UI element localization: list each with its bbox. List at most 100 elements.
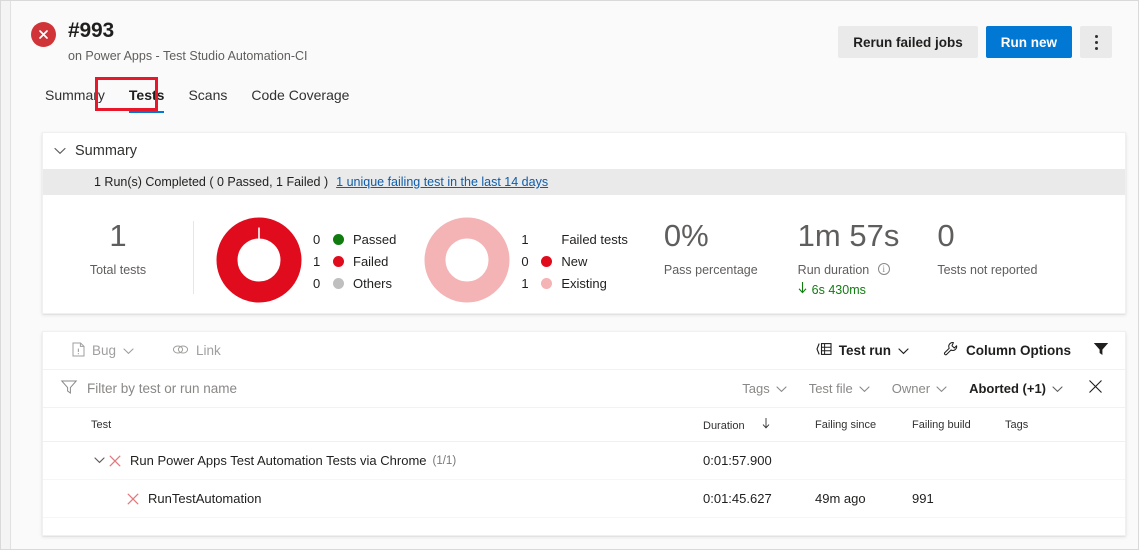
stat-pass-percentage: 0% Pass percentage bbox=[664, 217, 758, 278]
summary-section-header[interactable]: Summary bbox=[43, 133, 1125, 169]
group-by-icon bbox=[816, 342, 832, 359]
outcome-legend: 0 Passed 1 Failed 0 Others bbox=[313, 230, 396, 291]
chevron-down-icon bbox=[54, 142, 66, 160]
filter-funnel-icon bbox=[60, 380, 78, 397]
legend-new-dot-icon bbox=[541, 255, 553, 267]
table-row[interactable]: RunTestAutomation 0:01:45.627 49m ago 99… bbox=[43, 479, 1125, 518]
page-header: #993 on Power Apps - Test Studio Automat… bbox=[12, 1, 1138, 119]
total-tests-label: Total tests bbox=[89, 263, 147, 277]
column-header-test[interactable]: Test bbox=[43, 408, 703, 442]
total-tests-value: 1 bbox=[109, 218, 127, 253]
rerun-failed-jobs-button[interactable]: Rerun failed jobs bbox=[838, 26, 978, 58]
info-icon[interactable] bbox=[877, 261, 890, 277]
page-content: #993 on Power Apps - Test Studio Automat… bbox=[12, 1, 1138, 549]
filter-outcome-label: Aborted (+1) bbox=[969, 381, 1046, 396]
column-header-tags[interactable]: Tags bbox=[1005, 408, 1125, 442]
column-header-failing-build[interactable]: Failing build bbox=[912, 408, 1005, 442]
filter-dropdown-owner[interactable]: Owner bbox=[881, 381, 958, 396]
run-duration-value: 1m 57s bbox=[797, 218, 900, 253]
stat-total-tests: 1 Total tests bbox=[43, 217, 193, 278]
legend-new-count: 0 bbox=[521, 253, 529, 269]
bug-button-label: Bug bbox=[92, 343, 117, 358]
bug-document-icon bbox=[72, 342, 85, 360]
summary-section-label: Summary bbox=[75, 143, 138, 159]
table-header-row: Test Duration Failing since Failing buil… bbox=[43, 408, 1125, 442]
legend-item-failed: 1 Failed bbox=[313, 254, 396, 269]
row-failing-since: 49m ago bbox=[815, 479, 912, 518]
tab-code-coverage[interactable]: Code Coverage bbox=[239, 81, 361, 113]
page-title: #993 bbox=[68, 19, 114, 42]
tab-scans[interactable]: Scans bbox=[176, 81, 239, 113]
row-sub-count: (1/1) bbox=[432, 454, 457, 467]
left-rail bbox=[1, 1, 11, 549]
column-header-duration[interactable]: Duration bbox=[703, 408, 815, 442]
legend-item-passed: 0 Passed bbox=[313, 232, 396, 247]
chevron-down-icon bbox=[123, 343, 134, 358]
sort-descending-icon bbox=[762, 418, 770, 432]
filter-dropdown-outcome[interactable]: Aborted (+1) bbox=[958, 381, 1074, 396]
stats-divider bbox=[193, 221, 194, 294]
stat-tests-not-reported: 0 Tests not reported bbox=[937, 217, 1037, 278]
run-new-button[interactable]: Run new bbox=[985, 26, 1072, 58]
link-button[interactable]: Link bbox=[161, 336, 232, 366]
tab-list: Summary Tests Scans Code Coverage bbox=[33, 81, 361, 113]
legend-failed-count: 1 bbox=[313, 253, 321, 269]
run-duration-delta: 6s 430ms bbox=[798, 282, 900, 297]
row-failing-since bbox=[815, 441, 912, 480]
link-button-label: Link bbox=[196, 343, 221, 358]
row-test-cell: RunTestAutomation bbox=[43, 479, 703, 518]
test-results-card: Bug Link Test run Column Options Filter … bbox=[42, 331, 1126, 536]
chevron-down-icon bbox=[859, 381, 870, 396]
tab-tests[interactable]: Tests bbox=[117, 81, 177, 113]
filter-dropdown-test-file[interactable]: Test file bbox=[798, 381, 881, 396]
ellipsis-vertical-icon bbox=[1094, 34, 1098, 50]
test-run-group-button[interactable]: Test run bbox=[805, 336, 920, 366]
row-test-cell: Run Power Apps Test Automation Tests via… bbox=[43, 441, 703, 480]
legend-item-existing: 1 Existing bbox=[521, 276, 627, 291]
tab-summary[interactable]: Summary bbox=[33, 81, 117, 113]
legend-passed-label: Passed bbox=[353, 231, 397, 247]
failed-donut-icon bbox=[424, 217, 510, 303]
tab-summary-label: Summary bbox=[45, 87, 105, 103]
child-row-content: RunTestAutomation bbox=[91, 491, 703, 506]
legend-failed-label: Failed bbox=[353, 253, 389, 269]
column-options-button[interactable]: Column Options bbox=[932, 336, 1082, 366]
failed-tests-chart: 1 Failed tests 0 New 1 Existing bbox=[424, 217, 628, 303]
legend-item-new: 0 New bbox=[521, 254, 627, 269]
legend-existing-count: 1 bbox=[521, 275, 529, 291]
test-results-table: Test Duration Failing since Failing buil… bbox=[43, 408, 1125, 518]
row-duration: 0:01:57.900 bbox=[703, 441, 815, 480]
legend-failed-tests-spacer bbox=[541, 234, 552, 245]
row-tags bbox=[1005, 479, 1125, 518]
legend-item-others: 0 Others bbox=[313, 276, 396, 291]
chevron-down-icon[interactable] bbox=[91, 457, 107, 464]
filter-search-placeholder: Filter by test or run name bbox=[87, 381, 238, 396]
error-circle-icon bbox=[31, 22, 56, 47]
filter-dropdown-tags[interactable]: Tags bbox=[731, 381, 797, 396]
unique-failing-test-link[interactable]: 1 unique failing test in the last 14 day… bbox=[336, 175, 548, 189]
tab-code-coverage-label: Code Coverage bbox=[251, 87, 350, 103]
clear-filters-button[interactable] bbox=[1074, 379, 1111, 399]
not-reported-value: 0 bbox=[937, 218, 955, 253]
build-subtitle: on Power Apps - Test Studio Automation-C… bbox=[68, 49, 308, 63]
outcome-donut-icon bbox=[216, 217, 302, 303]
row-failing-build bbox=[912, 441, 1005, 480]
filter-funnel-icon bbox=[1093, 342, 1109, 359]
filter-search-input[interactable]: Filter by test or run name bbox=[60, 380, 238, 397]
tab-tests-label: Tests bbox=[128, 87, 165, 103]
column-header-failing-since[interactable]: Failing since bbox=[815, 408, 912, 442]
not-reported-label: Tests not reported bbox=[937, 263, 1038, 277]
legend-others-count: 0 bbox=[313, 275, 321, 291]
pass-percentage-value: 0% bbox=[663, 218, 709, 253]
legend-others-label: Others bbox=[353, 275, 393, 291]
failed-x-icon bbox=[109, 455, 121, 467]
results-filter-bar: Filter by test or run name Tags Test fil… bbox=[43, 370, 1125, 408]
filter-owner-label: Owner bbox=[891, 381, 931, 396]
run-status-strip: 1 Run(s) Completed ( 0 Passed, 1 Failed … bbox=[43, 169, 1125, 195]
more-actions-button[interactable] bbox=[1080, 26, 1112, 58]
chevron-down-icon bbox=[776, 381, 787, 396]
legend-existing-dot-icon bbox=[541, 277, 553, 289]
bug-button[interactable]: Bug bbox=[61, 336, 145, 366]
filter-toggle-button[interactable] bbox=[1082, 336, 1111, 366]
table-row[interactable]: Run Power Apps Test Automation Tests via… bbox=[43, 441, 1125, 480]
